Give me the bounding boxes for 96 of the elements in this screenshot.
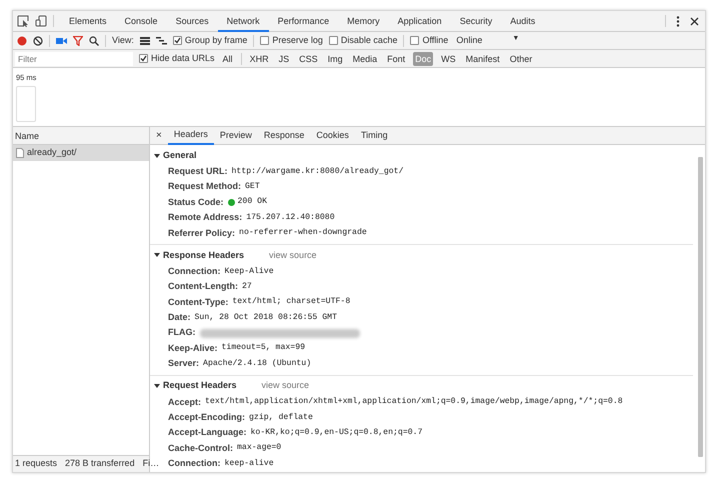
waterfall-view-icon[interactable]	[156, 36, 167, 44]
search-icon[interactable]	[89, 36, 99, 46]
header-name: Date:	[168, 311, 191, 324]
header-name: Cache-Control:	[168, 442, 233, 455]
list-view-icon[interactable]	[140, 36, 150, 44]
header-value: 27	[242, 280, 252, 293]
device-icon[interactable]	[35, 15, 47, 27]
close-icon[interactable]	[690, 16, 699, 26]
resource-type-filter[interactable]: CSS	[297, 52, 320, 66]
header-value: text/html; charset=UTF-8	[232, 296, 350, 308]
panel-tab[interactable]: Sources	[166, 11, 218, 32]
panel-tab[interactable]: Application	[388, 11, 451, 32]
header-name: Accept-Encoding:	[168, 411, 246, 424]
header-name: Remote Address:	[168, 211, 242, 224]
section-title[interactable]: Response Headers	[163, 248, 244, 262]
status-text: 278 B transferred	[65, 457, 135, 470]
resource-type-filter[interactable]: Img	[326, 52, 345, 66]
checkbox-label: Preserve log	[272, 34, 323, 47]
panel-tab[interactable]: Audits	[501, 11, 544, 32]
resource-type-filter[interactable]: Media	[350, 52, 380, 66]
header-name: Content-Type:	[168, 296, 228, 309]
view-label: View:	[112, 34, 134, 47]
header-value: Keep-Alive	[224, 266, 274, 278]
header-name: Connection:	[168, 264, 220, 278]
resource-type-filter[interactable]: XHR	[248, 52, 271, 66]
detail-tab[interactable]: Timing	[354, 126, 394, 144]
resource-type-filter[interactable]: WS	[439, 52, 458, 66]
section-title[interactable]: General	[163, 148, 197, 162]
header-name: Content-Length:	[168, 280, 238, 294]
name-column-header[interactable]: Name	[13, 127, 149, 145]
resource-type-filter[interactable]: All	[220, 52, 235, 66]
status-text: Fi…	[142, 457, 160, 470]
panel-tab[interactable]: Performance	[268, 11, 338, 32]
checkbox-label: Group by frame	[184, 34, 248, 47]
detail-tab[interactable]: Cookies	[310, 126, 355, 144]
checkbox[interactable]	[328, 36, 338, 45]
panel-tab[interactable]: Memory	[338, 11, 389, 32]
scrollbar[interactable]	[698, 157, 703, 457]
header-value: text/html,application/xhtml+xml,application/xml;q=0.9,image/webp,image/apng,*/*;q=0.8	[205, 396, 623, 408]
resource-type-filter[interactable]: Font	[385, 52, 408, 66]
section-title[interactable]: Request Headers	[163, 379, 237, 393]
filter-icon[interactable]	[73, 36, 83, 46]
header-value: timeout=5, max=99	[222, 342, 306, 354]
status-text: 1 requests	[15, 457, 58, 470]
header-name: Server:	[168, 357, 200, 370]
detail-tab[interactable]: Preview	[214, 126, 258, 144]
close-button[interactable]: ×	[150, 126, 168, 144]
header-value: Sun, 28 Oct 2018 08:26:55 GMT	[194, 312, 338, 324]
panel-tab[interactable]: Console	[116, 11, 167, 32]
header-name: Accept-Language:	[168, 426, 247, 440]
checkbox[interactable]	[139, 54, 148, 63]
header-name: FLAG:	[168, 326, 196, 340]
expand-triangle-icon[interactable]	[154, 383, 160, 390]
expand-triangle-icon[interactable]	[154, 152, 160, 158]
detail-tab[interactable]: Response	[258, 126, 310, 144]
view-source-link[interactable]: view source	[269, 248, 317, 262]
panel-tab[interactable]: Security	[450, 11, 502, 32]
header-value: no-referrer-when-downgrade	[239, 227, 367, 240]
checkbox[interactable]	[172, 36, 182, 45]
header-value: max-age=0	[237, 442, 282, 454]
header-value: 175.207.12.40:8080	[246, 212, 335, 224]
clear-icon[interactable]	[33, 36, 43, 46]
header-name: Request URL:	[168, 164, 228, 178]
header-value: Apache/2.4.18 (Ubuntu)	[203, 358, 312, 370]
inspect-icon[interactable]	[17, 15, 29, 27]
checkbox[interactable]	[260, 36, 270, 45]
checkbox-label: Disable cache	[340, 34, 398, 47]
header-name: Status Code:	[168, 196, 224, 209]
header-value: keep-alive	[224, 458, 274, 470]
header-name: Accept:	[168, 396, 202, 409]
header-name: Referrer Policy:	[168, 226, 236, 240]
detail-tab[interactable]: Headers	[168, 126, 214, 144]
header-name: Request Method:	[168, 180, 241, 194]
record-icon[interactable]	[17, 36, 27, 46]
video-camera-icon[interactable]	[56, 36, 67, 44]
header-value: ko-KR,ko;q=0.9,en-US;q=0.8,en;q=0.7	[250, 427, 422, 440]
resource-type-filter[interactable]: Other	[508, 52, 534, 66]
checkbox-label: Hide data URLs	[151, 52, 215, 65]
panel-tab[interactable]: Elements	[60, 11, 116, 32]
filter-input[interactable]: Filter	[15, 52, 133, 66]
resource-type-filter[interactable]: Manifest	[464, 52, 502, 66]
checkbox-label: Offline	[422, 34, 448, 47]
header-value: 200 OK	[238, 196, 267, 208]
more-options-icon[interactable]	[676, 16, 680, 26]
request-row[interactable]: already_got/	[13, 145, 149, 161]
resource-type-filter[interactable]: JS	[276, 52, 292, 66]
header-value: GET	[245, 180, 260, 193]
header-name: Connection:	[168, 457, 220, 470]
header-value: gzip, deflate	[249, 412, 313, 424]
header-name: Keep-Alive:	[168, 342, 218, 355]
timeline-overview	[16, 86, 36, 122]
checkbox[interactable]	[410, 36, 420, 45]
header-value: http://wargame.kr:8080/already_got/	[232, 166, 404, 178]
expand-triangle-icon[interactable]	[154, 252, 160, 258]
document-icon	[16, 148, 24, 158]
view-source-link[interactable]: view source	[262, 379, 310, 393]
